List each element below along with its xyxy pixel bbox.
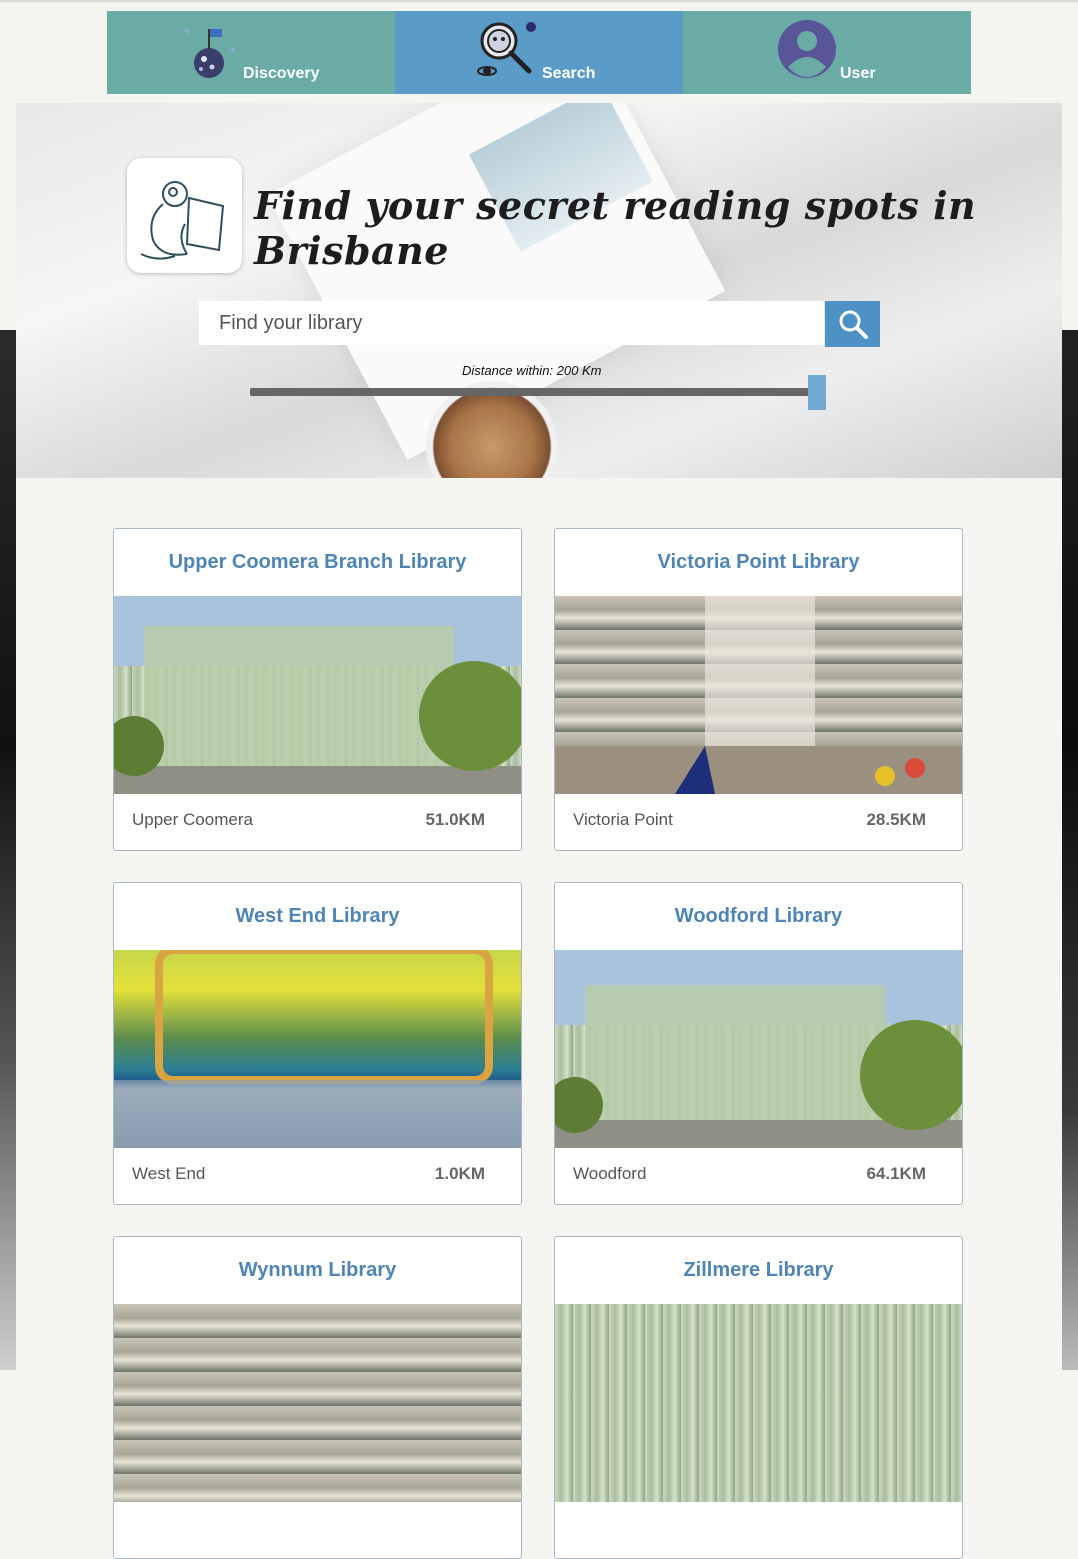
library-card-title: West End Library: [235, 905, 400, 927]
library-card-suburb: Woodford: [573, 1164, 647, 1183]
distance-label: Distance within: 200 Km: [462, 363, 602, 378]
library-card-image: [555, 950, 962, 1148]
library-card-suburb: Upper Coomera: [132, 810, 253, 829]
library-card[interactable]: Wynnum Library: [113, 1236, 522, 1559]
library-card-title: Upper Coomera Branch Library: [168, 551, 467, 573]
platypus-reading-logo-icon: [140, 181, 225, 260]
library-card-image: [114, 596, 521, 794]
search-button[interactable]: [825, 301, 880, 347]
nav-label-discovery: Discovery: [243, 65, 320, 82]
library-building-photo: [555, 950, 962, 1148]
library-card[interactable]: Woodford Library Woodford 64.1KM: [554, 882, 963, 1205]
library-grid: Upper Coomera Branch Library Upper Coome…: [16, 484, 1062, 1559]
nav-label-user: User: [840, 65, 876, 82]
library-card-title: Woodford Library: [674, 905, 843, 927]
hero-title: Find your secret reading spots in Brisba…: [254, 183, 977, 273]
library-card-image: [114, 946, 521, 1148]
library-building-photo: [114, 596, 521, 794]
library-card-suburb: West End: [132, 1164, 206, 1183]
library-card-distance: 64.1KM: [866, 1164, 926, 1183]
app-logo: [127, 158, 242, 273]
library-card-suburb: Victoria Point: [573, 810, 673, 829]
library-card-distance: 51.0KM: [425, 810, 485, 829]
library-card-image: [555, 1304, 962, 1502]
top-navigation: ✦ ✦ Discovery Search User: [107, 11, 971, 94]
library-card[interactable]: Victoria Point Library Victoria Point 28…: [554, 528, 963, 851]
library-card-title: Victoria Point Library: [657, 551, 860, 573]
distance-slider-track[interactable]: [250, 388, 810, 396]
search-astronaut-icon: [477, 22, 536, 76]
magnifier-icon: [839, 310, 868, 339]
nav-item-discovery[interactable]: ✦ ✦ Discovery: [107, 11, 395, 94]
nav-item-user[interactable]: User: [683, 11, 971, 94]
library-card-distance: 1.0KM: [434, 1164, 485, 1183]
library-card-title: Zillmere Library: [683, 1259, 834, 1281]
library-interior-photo: [114, 946, 521, 1148]
distance-slider-thumb[interactable]: [808, 375, 826, 410]
library-card-distance: 28.5KM: [866, 810, 926, 829]
library-card-image: [555, 596, 962, 794]
hero-banner: Find your secret reading spots in Brisba…: [16, 103, 1062, 478]
svg-text:✦: ✦: [229, 46, 237, 56]
user-avatar-icon: [778, 20, 836, 78]
background-photo-left-edge: [0, 330, 16, 1370]
library-card[interactable]: Upper Coomera Branch Library Upper Coome…: [113, 528, 522, 851]
disco-ball-icon: ✦ ✦: [183, 27, 237, 78]
library-card[interactable]: Zillmere Library: [554, 1236, 963, 1559]
library-card-image: [114, 1304, 521, 1502]
nav-label-search: Search: [542, 65, 596, 82]
library-card[interactable]: West End Library West End 1.0KM: [113, 882, 522, 1205]
nav-item-search[interactable]: Search: [395, 11, 683, 94]
top-border: [0, 0, 1078, 2]
background-photo-right-edge: [1062, 330, 1078, 1370]
library-card-title: Wynnum Library: [238, 1259, 397, 1281]
svg-text:✦: ✦: [183, 27, 191, 38]
library-atrium-photo: [555, 596, 962, 794]
library-search-input[interactable]: [199, 301, 824, 345]
